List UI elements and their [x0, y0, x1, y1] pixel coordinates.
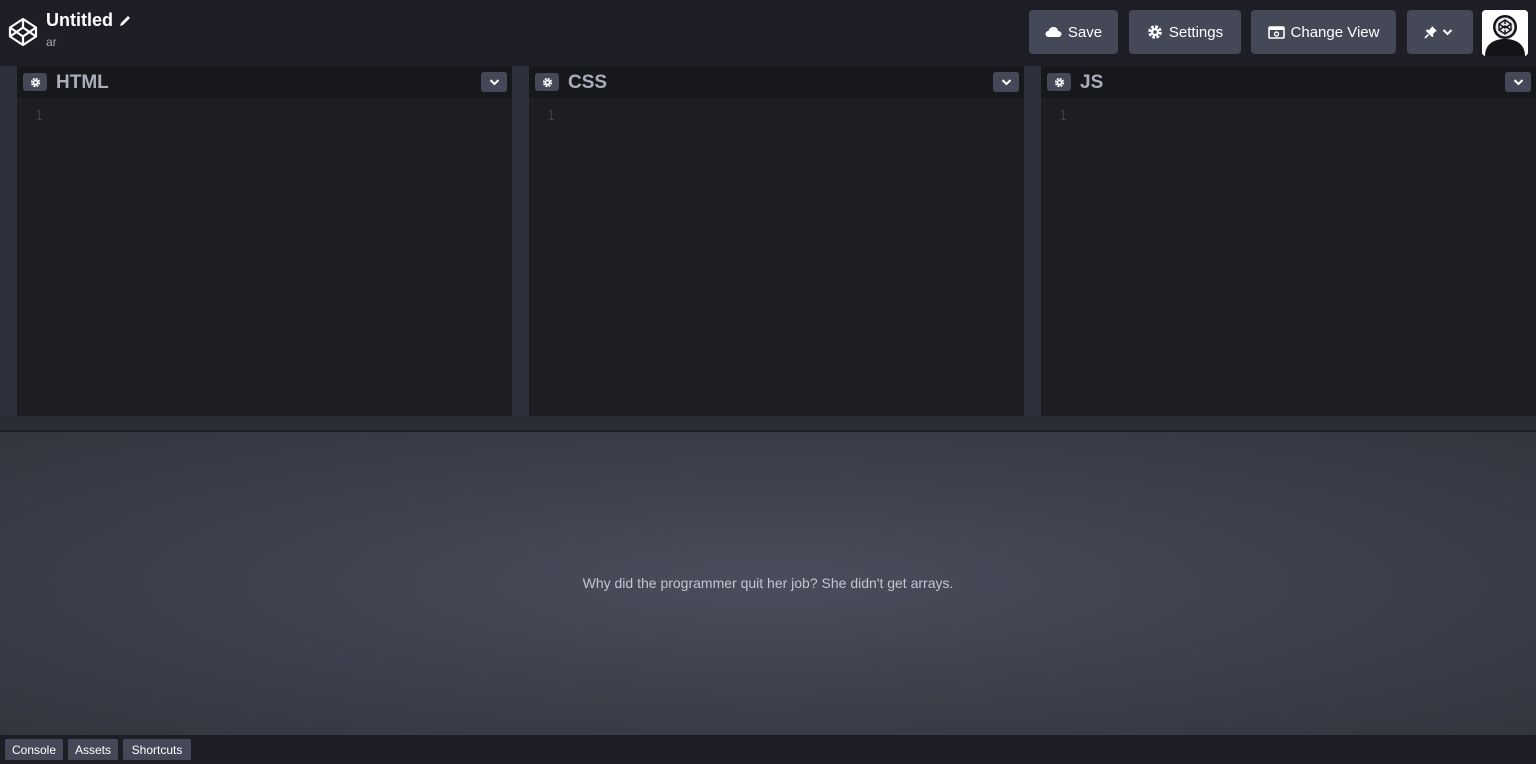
header-bar: Untitled ar Save Settings Change View — [0, 0, 1536, 66]
settings-label: Settings — [1168, 23, 1224, 41]
preview-text: Why did the programmer quit her job? She… — [582, 575, 954, 591]
pen-author[interactable]: ar — [46, 35, 132, 49]
gear-icon — [1148, 25, 1162, 39]
html-editor[interactable]: HTML 1 — [17, 66, 512, 416]
chevron-down-icon — [1513, 79, 1523, 86]
codepen-editor-app: Untitled ar Save Settings Change View HT… — [0, 0, 1536, 764]
html-editor-title: HTML — [56, 72, 109, 93]
preview-pane[interactable]: Why did the programmer quit her job? She… — [0, 432, 1536, 735]
avatar-icon — [1482, 10, 1528, 56]
pencil-icon[interactable] — [118, 14, 132, 28]
change-view-icon — [1267, 25, 1285, 39]
pen-title[interactable]: Untitled — [46, 10, 113, 31]
js-options-button[interactable] — [1505, 72, 1531, 92]
change-view-label: Change View — [1290, 23, 1380, 41]
pin-dropdown-button[interactable] — [1407, 10, 1473, 54]
gear-icon — [542, 77, 552, 87]
line-number: 1 — [547, 109, 555, 124]
codepen-logo-icon[interactable] — [7, 16, 39, 48]
chevron-down-icon — [489, 79, 499, 86]
gear-icon — [30, 77, 40, 87]
pane-resizer[interactable] — [0, 416, 1536, 432]
gear-icon — [1054, 77, 1064, 87]
css-editor-header: CSS — [529, 66, 1024, 98]
chevron-down-icon — [1001, 79, 1011, 86]
html-settings-button[interactable] — [23, 73, 47, 91]
console-button[interactable]: Console — [5, 739, 63, 760]
js-editor-title: JS — [1080, 72, 1104, 93]
cloud-icon — [1045, 27, 1062, 37]
css-editor[interactable]: CSS 1 — [529, 66, 1024, 416]
settings-button[interactable]: Settings — [1129, 10, 1241, 54]
js-settings-button[interactable] — [1047, 73, 1071, 91]
shortcuts-button[interactable]: Shortcuts — [123, 739, 191, 760]
avatar[interactable] — [1482, 10, 1528, 56]
js-editor[interactable]: JS 1 — [1041, 66, 1536, 416]
chevron-down-icon — [1442, 29, 1452, 36]
line-number: 1 — [1059, 109, 1067, 124]
pin-icon — [1423, 26, 1437, 39]
html-editor-header: HTML — [17, 66, 512, 98]
assets-button[interactable]: Assets — [68, 739, 118, 760]
js-editor-header: JS — [1041, 66, 1536, 98]
html-options-button[interactable] — [481, 72, 507, 92]
footer-bar: Console Assets Shortcuts — [0, 735, 1536, 764]
pen-title-block: Untitled ar — [46, 10, 132, 49]
change-view-button[interactable]: Change View — [1251, 10, 1396, 54]
save-button[interactable]: Save — [1029, 10, 1118, 54]
editor-panels: HTML 1 CSS 1 JS 1 — [0, 66, 1536, 416]
css-options-button[interactable] — [993, 72, 1019, 92]
line-number: 1 — [35, 109, 43, 124]
save-label: Save — [1067, 23, 1103, 41]
css-settings-button[interactable] — [535, 73, 559, 91]
css-editor-title: CSS — [568, 72, 608, 93]
